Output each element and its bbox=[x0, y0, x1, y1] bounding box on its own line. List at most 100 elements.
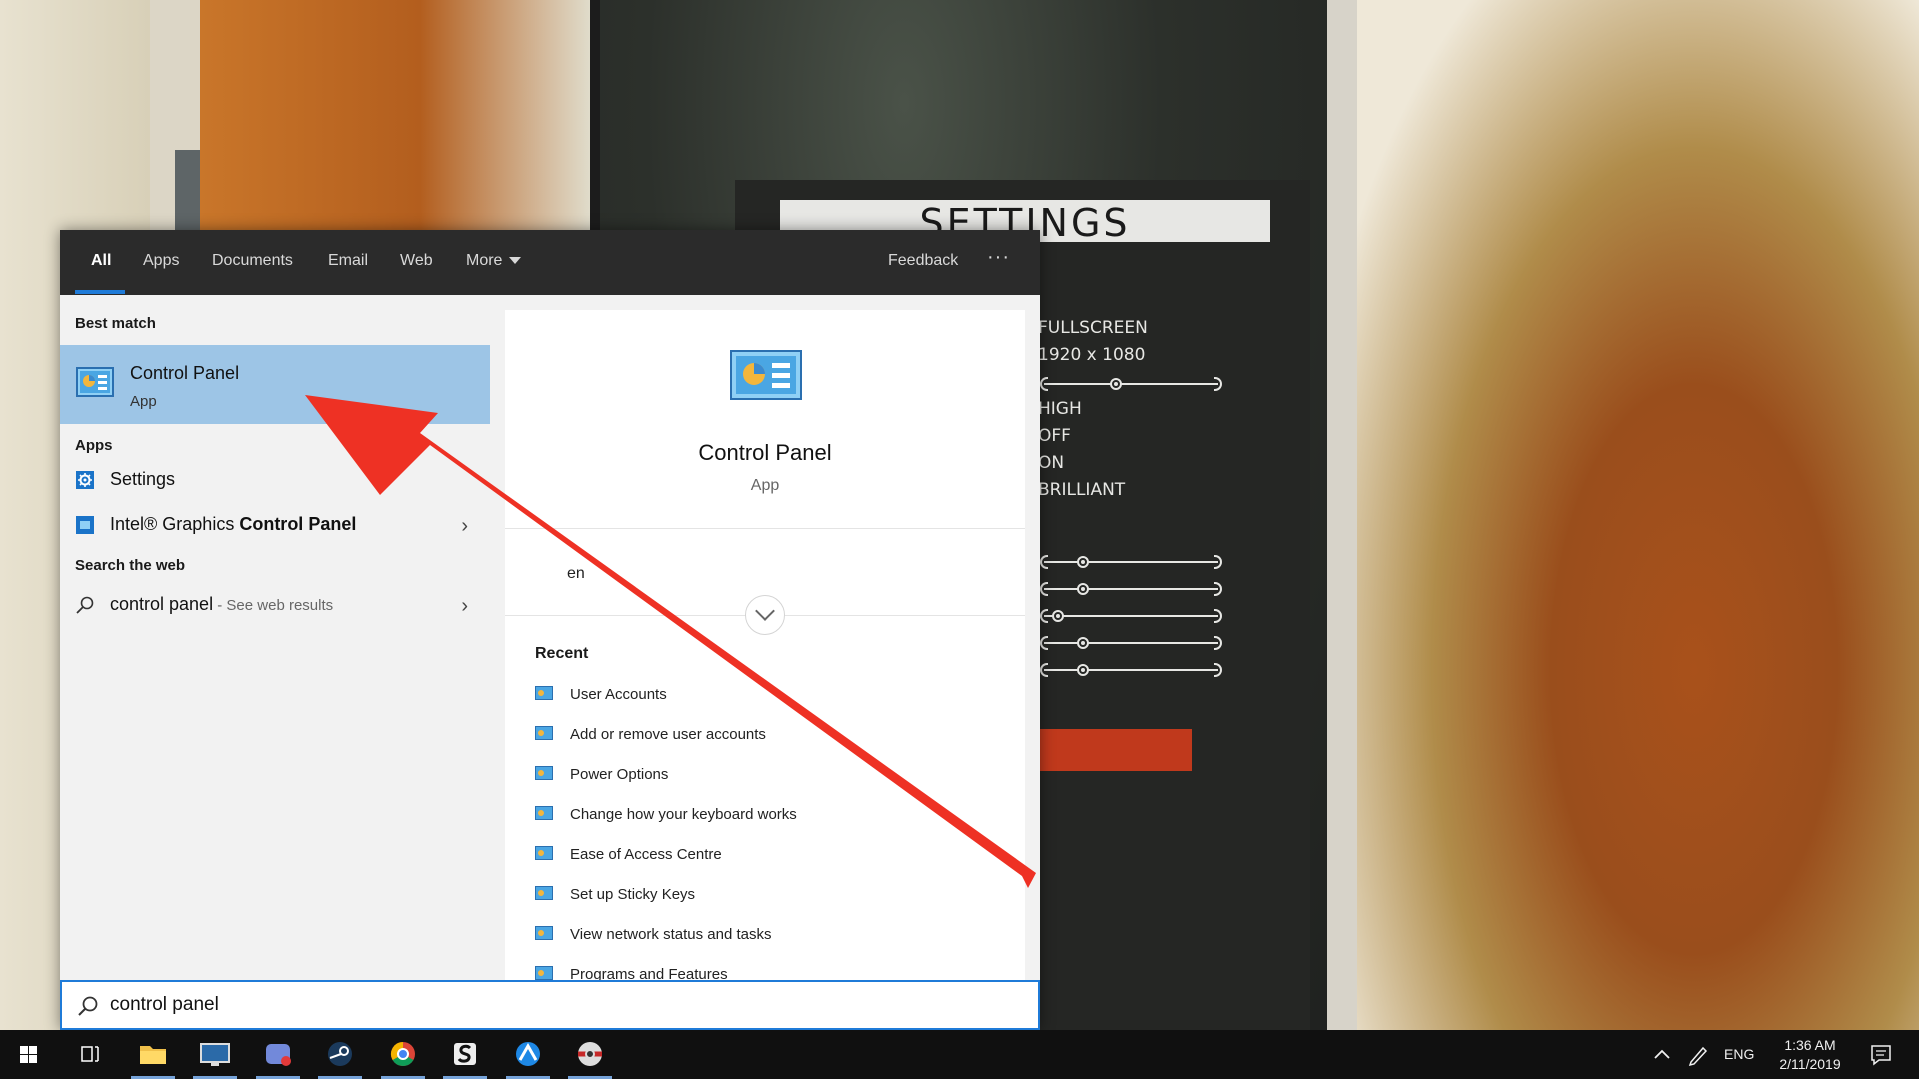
desktop-background-divider bbox=[1327, 0, 1357, 1030]
game-red-button[interactable] bbox=[1040, 729, 1192, 771]
tab-more-label: More bbox=[466, 252, 503, 269]
recent-item[interactable]: Set up Sticky Keys bbox=[535, 882, 1015, 912]
best-match-title: Control Panel bbox=[130, 363, 240, 383]
recent-item[interactable]: Programs and Features bbox=[535, 962, 1015, 980]
game-slider[interactable] bbox=[1040, 636, 1222, 650]
game-slider[interactable] bbox=[1040, 555, 1222, 569]
feedback-button[interactable]: Feedback bbox=[888, 230, 958, 295]
game-option-brightness[interactable]: BRILLIANT bbox=[1038, 480, 1125, 500]
chevron-up-icon bbox=[1654, 1049, 1670, 1059]
search-icon bbox=[76, 596, 94, 614]
desktop-background-right bbox=[1357, 0, 1919, 1030]
recent-item[interactable]: User Accounts bbox=[535, 682, 1015, 712]
recent-item-label: User Accounts bbox=[570, 686, 667, 703]
recent-item[interactable]: Change how your keyboard works bbox=[535, 802, 1015, 832]
result-preview-pane: Control Panel App en Recent User Account… bbox=[505, 310, 1025, 980]
game-option-resolution[interactable]: 1920 x 1080 bbox=[1038, 345, 1145, 365]
game-option-toggle-on[interactable]: ON bbox=[1038, 453, 1064, 473]
clock-time: 1:36 AM bbox=[1784, 1037, 1836, 1053]
pen-workspace-button[interactable] bbox=[1685, 1030, 1711, 1079]
recent-item-label: Set up Sticky Keys bbox=[570, 886, 696, 903]
game-slider[interactable] bbox=[1040, 582, 1222, 596]
control-panel-icon bbox=[535, 726, 553, 740]
recent-item[interactable]: View network status and tasks bbox=[535, 922, 1015, 952]
game-option-quality[interactable]: HIGH bbox=[1038, 399, 1082, 419]
app-result-label: Settings bbox=[110, 469, 176, 489]
tab-apps[interactable]: Apps bbox=[143, 230, 179, 295]
recent-item-label: View network status and tasks bbox=[570, 926, 772, 943]
taskbar-app-blue[interactable] bbox=[500, 1030, 556, 1079]
action-center-button[interactable] bbox=[1866, 1030, 1896, 1079]
chevron-right-icon[interactable]: › bbox=[461, 595, 468, 618]
discord-icon bbox=[266, 1044, 291, 1066]
web-result-query: control panel bbox=[110, 594, 214, 614]
taskbar-app-remote-desktop[interactable] bbox=[187, 1030, 243, 1079]
taskbar-app-discord[interactable] bbox=[250, 1030, 306, 1079]
chevron-right-icon[interactable]: › bbox=[461, 515, 468, 538]
game-slider[interactable] bbox=[1040, 377, 1222, 391]
control-panel-icon bbox=[535, 766, 553, 780]
language-indicator[interactable]: ENG bbox=[1724, 1030, 1754, 1079]
control-panel-icon bbox=[76, 367, 114, 397]
search-web-heading: Search the web bbox=[75, 557, 186, 574]
taskbar-clock[interactable]: 1:36 AM 2/11/2019 bbox=[1770, 1036, 1850, 1074]
recent-item[interactable]: Ease of Access Centre bbox=[535, 842, 1015, 872]
game-slider[interactable] bbox=[1040, 663, 1222, 677]
search-input[interactable] bbox=[110, 990, 1010, 1020]
tab-documents[interactable]: Documents bbox=[212, 230, 293, 295]
file-explorer-icon bbox=[140, 1046, 166, 1064]
app-result-label: Intel® Graphics Control Panel bbox=[110, 514, 356, 535]
app-blue-icon bbox=[516, 1042, 540, 1066]
recent-item[interactable]: Power Options bbox=[535, 762, 1015, 792]
control-panel-icon bbox=[535, 686, 553, 700]
show-hidden-icons-button[interactable] bbox=[1650, 1030, 1674, 1079]
app-result-settings[interactable]: Settings bbox=[60, 460, 490, 500]
game-option-toggle-off[interactable]: OFF bbox=[1038, 426, 1071, 446]
app-result-intel-graphics[interactable]: Intel® Graphics Control Panel › bbox=[60, 505, 490, 545]
steam-icon bbox=[328, 1042, 352, 1066]
game-slider[interactable] bbox=[1040, 609, 1222, 623]
web-result-hint: - See web results bbox=[213, 597, 334, 614]
chrome-icon bbox=[390, 1042, 415, 1067]
taskbar-app-ball[interactable] bbox=[562, 1030, 618, 1079]
recent-item-label: Add or remove user accounts bbox=[570, 726, 766, 743]
intel-graphics-icon bbox=[76, 516, 94, 534]
preview-title: Control Panel bbox=[698, 440, 832, 465]
remote-desktop-icon bbox=[200, 1043, 230, 1066]
start-icon bbox=[20, 1046, 37, 1063]
expand-button[interactable] bbox=[745, 595, 785, 635]
tab-email[interactable]: Email bbox=[328, 230, 368, 295]
active-tab-indicator bbox=[75, 290, 125, 294]
start-button[interactable] bbox=[0, 1030, 56, 1079]
tab-web[interactable]: Web bbox=[400, 230, 433, 295]
best-match-heading: Best match bbox=[75, 315, 156, 332]
control-panel-icon bbox=[730, 350, 802, 400]
search-results-list: Best match Control Panel App Apps Settin… bbox=[60, 295, 490, 980]
preview-subtitle: App bbox=[750, 477, 780, 494]
more-options-button[interactable]: ··· bbox=[987, 230, 1010, 295]
taskbar-app-s[interactable] bbox=[437, 1030, 493, 1079]
search-box[interactable] bbox=[60, 980, 1040, 1030]
best-match-result[interactable]: Control Panel App bbox=[60, 345, 490, 424]
app-s-icon bbox=[454, 1043, 476, 1065]
taskbar-app-steam[interactable] bbox=[312, 1030, 368, 1079]
taskbar-app-chrome[interactable] bbox=[375, 1030, 431, 1079]
web-result[interactable]: control panel - See web results › bbox=[60, 585, 490, 625]
search-tab-bar: All Apps Documents Email Web More Feedba… bbox=[60, 230, 1040, 295]
open-action[interactable]: en bbox=[567, 565, 585, 583]
recent-heading: Recent bbox=[535, 645, 589, 662]
tab-more[interactable]: More bbox=[466, 230, 522, 295]
task-view-button[interactable] bbox=[62, 1030, 118, 1079]
recent-item[interactable]: Add or remove user accounts bbox=[535, 722, 1015, 752]
game-option-display-mode[interactable]: FULLSCREEN bbox=[1038, 318, 1148, 338]
control-panel-icon bbox=[535, 846, 553, 860]
desktop-background-strip-dark bbox=[175, 150, 200, 230]
web-result-label: control panel - See web results bbox=[110, 594, 333, 615]
task-view-icon bbox=[81, 1046, 99, 1062]
taskbar: ENG 1:36 AM 2/11/2019 bbox=[0, 1030, 1919, 1079]
divider bbox=[505, 528, 1025, 529]
tab-all[interactable]: All bbox=[91, 230, 111, 295]
taskbar-app-file-explorer[interactable] bbox=[125, 1030, 181, 1079]
chevron-down-icon bbox=[755, 601, 775, 621]
app-result-label-match: Control Panel bbox=[239, 514, 357, 534]
